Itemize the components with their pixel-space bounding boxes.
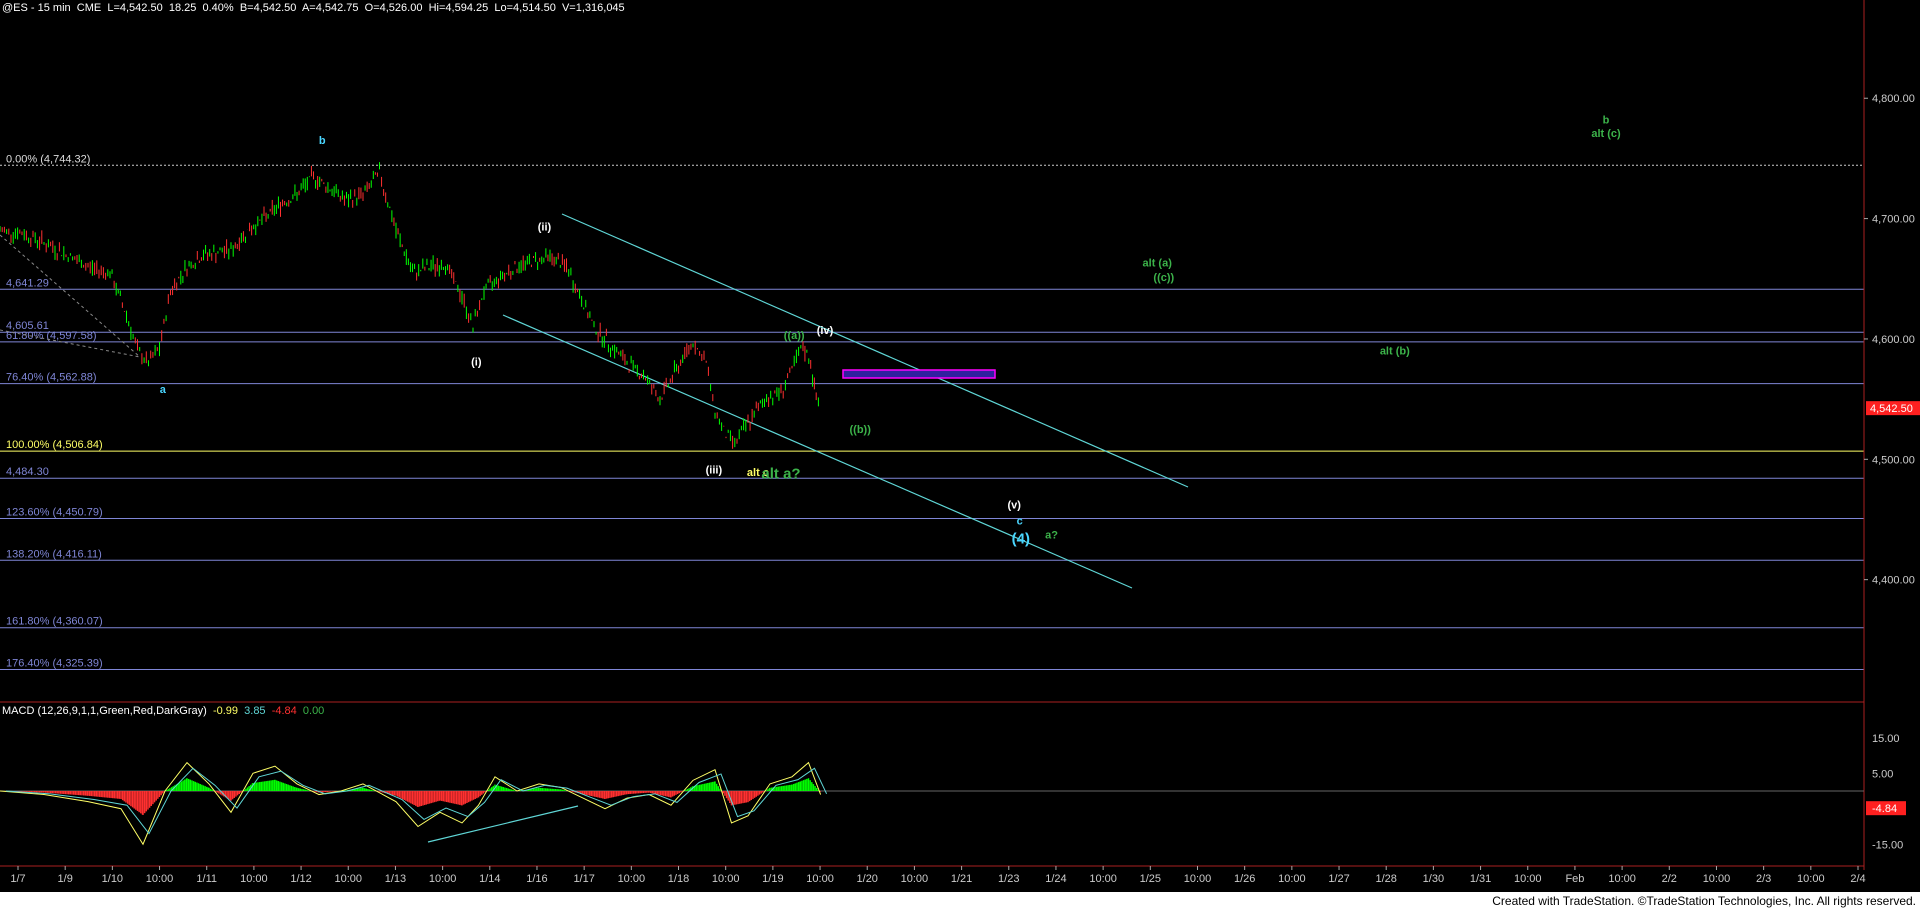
macd-tick-label: 5.00 <box>1872 768 1893 780</box>
wave-label: a <box>160 384 167 396</box>
price-chart: 0.00% (4,744.32)4,641.294,605.6161.80% (… <box>0 0 1920 912</box>
time-tick-label: 2/4 <box>1850 873 1865 885</box>
ask-value: A=4,542.75 <box>301 2 359 14</box>
wave-label: (iii) <box>706 465 723 477</box>
low-value: Lo=4,514.50 <box>494 2 556 14</box>
price-tick-label: 4,600.00 <box>1872 334 1915 346</box>
fib-label: 76.40% (4,562.88) <box>6 372 97 384</box>
exchange-label: CME <box>76 2 102 14</box>
macd-value-2: 3.85 <box>244 705 266 717</box>
change-pct: 0.40% <box>202 2 234 14</box>
time-tick-label: 10:00 <box>334 873 362 885</box>
time-tick-label: 10:00 <box>1703 873 1731 885</box>
time-tick-label: 1/28 <box>1375 873 1396 885</box>
fib-label: 4,484.30 <box>6 466 49 478</box>
macd-tick-label: -4.84 <box>1872 803 1897 815</box>
time-tick-label: 10:00 <box>146 873 174 885</box>
wave-label: alt a? <box>761 466 800 483</box>
time-tick-label: 1/18 <box>668 873 689 885</box>
price-tick-label: 4,400.00 <box>1872 575 1915 587</box>
wave-label: b <box>1603 115 1610 127</box>
time-tick-label: 1/30 <box>1423 873 1444 885</box>
time-tick-label: 10:00 <box>712 873 740 885</box>
time-tick-label: 1/21 <box>951 873 972 885</box>
high-value: Hi=4,594.25 <box>428 2 489 14</box>
macd-label: MACD (12,26,9,1,1,Green,Red,DarkGray) <box>2 705 207 717</box>
time-tick-label: 1/20 <box>857 873 878 885</box>
time-tick-label: 1/26 <box>1234 873 1255 885</box>
wave-label: b <box>319 135 326 147</box>
wave-label: (ii) <box>538 222 552 234</box>
time-tick-label: 1/25 <box>1140 873 1161 885</box>
macd-value-1: -0.99 <box>212 705 239 717</box>
time-tick-label: 1/9 <box>58 873 73 885</box>
wave-label: alt (b) <box>1380 346 1410 358</box>
time-tick-label: 10:00 <box>1797 873 1825 885</box>
time-tick-label: 1/7 <box>10 873 25 885</box>
time-tick-label: 1/23 <box>998 873 1019 885</box>
last-price-label: 4,542.50 <box>1870 403 1913 415</box>
time-tick-label: 1/13 <box>385 873 406 885</box>
wave-label: ((c)) <box>1153 272 1174 284</box>
fib-label: 100.00% (4,506.84) <box>6 439 103 451</box>
chart-header: @ES - 15 min CME L=4,542.50 18.25 0.40% … <box>2 2 625 14</box>
wave-label: (v) <box>1007 500 1021 512</box>
time-tick-label: 1/19 <box>762 873 783 885</box>
time-tick-label: 2/3 <box>1756 873 1771 885</box>
change-value: 18.25 <box>168 2 197 14</box>
volume-value: V=1,316,045 <box>561 2 625 14</box>
fib-label: 0.00% (4,744.32) <box>6 153 90 165</box>
time-tick-label: 1/10 <box>102 873 123 885</box>
time-tick-label: 1/31 <box>1470 873 1491 885</box>
price-tick-label: 4,800.00 <box>1872 93 1915 105</box>
price-tick-label: 4,500.00 <box>1872 454 1915 466</box>
macd-value-4: 0.00 <box>302 705 325 717</box>
footer-credit: Created with TradeStation. ©TradeStation… <box>1492 894 1916 908</box>
time-tick-label: 1/27 <box>1328 873 1349 885</box>
time-tick-label: 1/12 <box>290 873 311 885</box>
time-tick-label: 10:00 <box>806 873 834 885</box>
wave-label: (iv) <box>817 325 834 337</box>
time-tick-label: 10:00 <box>1514 873 1542 885</box>
wave-label: a? <box>1045 530 1058 542</box>
macd-value-3: -4.84 <box>271 705 297 717</box>
fib-label: 138.20% (4,416.11) <box>6 548 102 560</box>
wave-label: ((b)) <box>850 424 872 436</box>
wave-label: (4) <box>1012 531 1030 548</box>
time-tick-label: Feb <box>1565 873 1584 885</box>
last-price: L=4,542.50 <box>107 2 163 14</box>
bid-value: B=4,542.50 <box>239 2 297 14</box>
time-tick-label: 10:00 <box>1089 873 1117 885</box>
open-value: O=4,526.00 <box>364 2 423 14</box>
time-tick-label: 1/24 <box>1045 873 1066 885</box>
fib-label: 4,641.29 <box>6 277 49 289</box>
time-tick-label: 10:00 <box>240 873 268 885</box>
target-box <box>842 369 996 379</box>
time-tick-label: 10:00 <box>429 873 457 885</box>
macd-tick-label: -15.00 <box>1872 839 1903 851</box>
time-tick-label: 10:00 <box>1608 873 1636 885</box>
time-tick-label: 2/2 <box>1662 873 1677 885</box>
wave-label: alt (a) <box>1143 258 1173 270</box>
time-tick-label: 1/11 <box>196 873 217 885</box>
time-tick-label: 10:00 <box>1278 873 1306 885</box>
fib-label: 161.80% (4,360.07) <box>6 616 103 628</box>
fib-label: 123.60% (4,450.79) <box>6 507 103 519</box>
time-tick-label: 10:00 <box>1184 873 1212 885</box>
fib-label: 61.80% (4,597.58) <box>6 330 97 342</box>
price-tick-label: 4,700.00 <box>1872 214 1915 226</box>
time-tick-label: 1/17 <box>573 873 594 885</box>
macd-tick-label: 15.00 <box>1872 733 1900 745</box>
macd-header: MACD (12,26,9,1,1,Green,Red,DarkGray) -0… <box>2 705 324 717</box>
time-tick-label: 10:00 <box>618 873 646 885</box>
symbol-label: @ES - 15 min <box>2 2 71 14</box>
time-tick-label: 1/16 <box>526 873 547 885</box>
time-tick-label: 10:00 <box>901 873 929 885</box>
wave-label: alt (c) <box>1591 128 1621 140</box>
time-tick-label: 1/14 <box>479 873 500 885</box>
wave-label: (i) <box>471 356 482 368</box>
wave-label: c <box>1017 515 1023 527</box>
wave-label: ((a)) <box>784 330 805 342</box>
fib-label: 176.40% (4,325.39) <box>6 657 103 669</box>
